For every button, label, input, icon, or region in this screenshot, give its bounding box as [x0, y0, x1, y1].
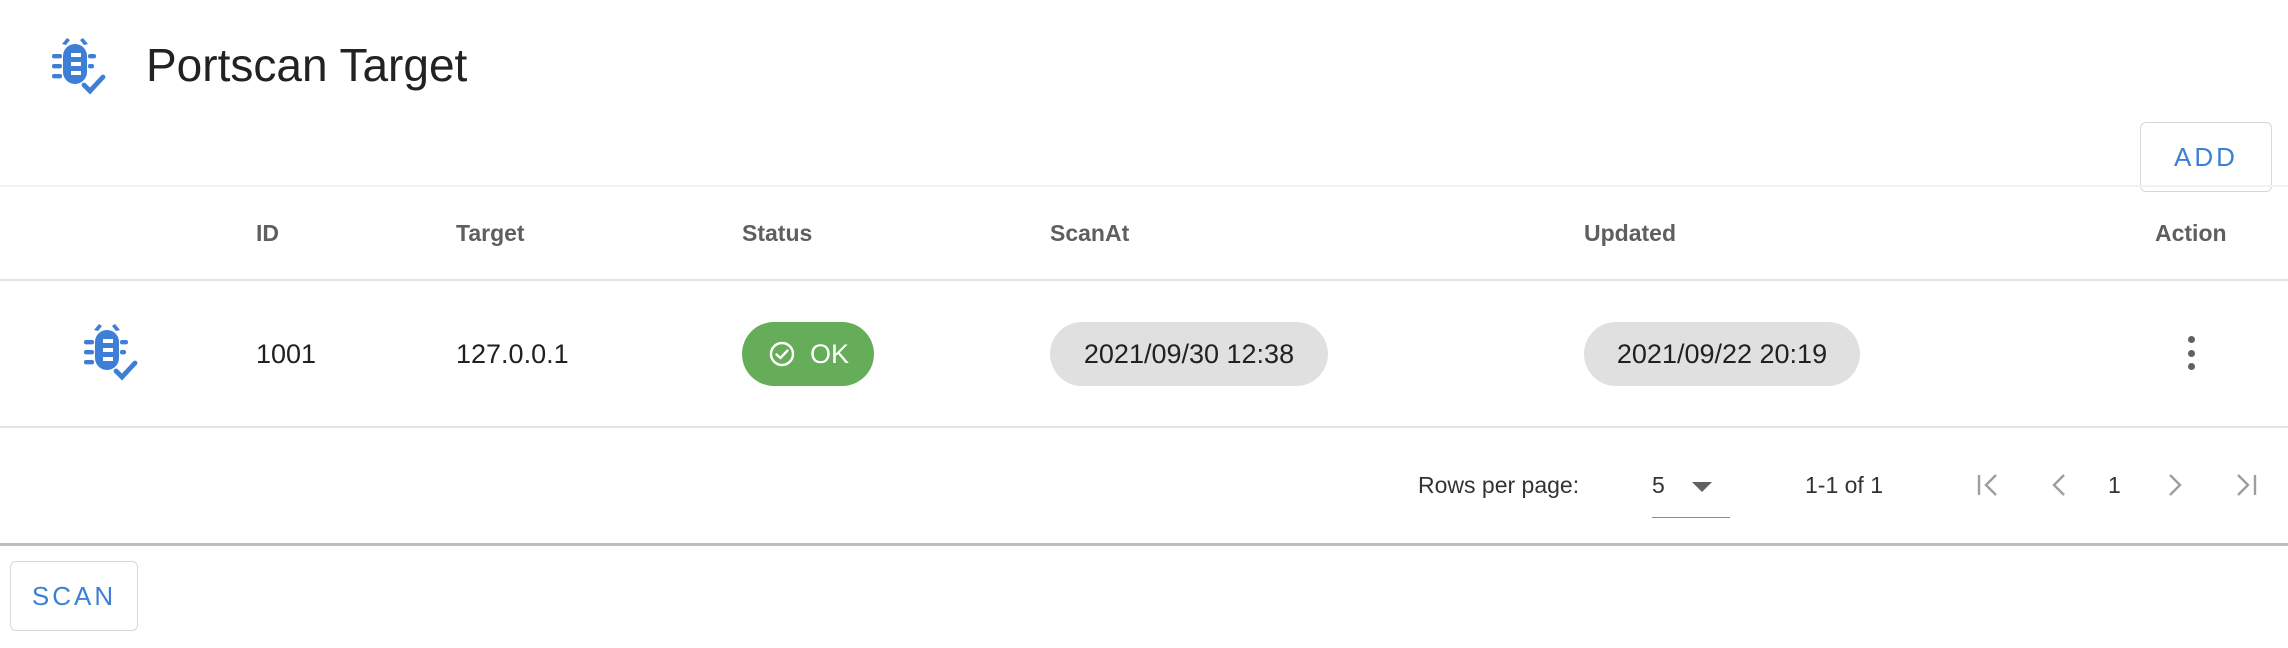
rows-per-page-value: 5: [1652, 472, 1665, 498]
divider: [0, 543, 2288, 546]
more-vert-icon[interactable]: [2176, 330, 2206, 376]
rows-per-page-select[interactable]: 5: [1652, 460, 1730, 518]
bug-check-icon: [76, 320, 144, 384]
cell-id: 1001: [256, 339, 317, 369]
prev-page-icon[interactable]: [2042, 466, 2078, 504]
divider: [0, 426, 2288, 428]
next-page-icon[interactable]: [2156, 466, 2192, 504]
status-badge: OK: [742, 322, 874, 386]
column-header-scanat[interactable]: ScanAt: [1050, 218, 1129, 248]
updated-value: 2021/09/22 20:19: [1616, 338, 1828, 369]
column-header-action: Action: [2155, 220, 2227, 246]
bug-check-icon: [44, 34, 112, 98]
scanat-value: 2021/09/30 12:38: [1083, 338, 1295, 369]
column-header-status[interactable]: Status: [742, 218, 812, 248]
column-header-updated[interactable]: Updated: [1584, 218, 1676, 248]
divider: [0, 185, 2288, 187]
pagination-range: 1-1 of 1: [1805, 472, 1883, 498]
scan-button[interactable]: SCAN: [10, 561, 138, 631]
updated-chip: 2021/09/22 20:19: [1584, 322, 1860, 386]
check-circle-icon: [769, 341, 795, 367]
divider: [0, 279, 2288, 281]
caret-down-icon: [1692, 482, 1712, 492]
cell-target: 127.0.0.1: [456, 339, 569, 369]
status-label: OK: [810, 338, 850, 369]
last-page-icon[interactable]: [2228, 466, 2264, 504]
column-header-id[interactable]: ID: [256, 218, 279, 248]
scanat-chip: 2021/09/30 12:38: [1050, 322, 1328, 386]
first-page-icon[interactable]: [1970, 466, 2006, 504]
add-button[interactable]: ADD: [2140, 122, 2272, 192]
current-page: 1: [2108, 472, 2121, 498]
rows-per-page-label: Rows per page:: [1418, 472, 1580, 498]
column-header-target[interactable]: Target: [456, 218, 525, 248]
page-title: Portscan Target: [146, 39, 468, 91]
